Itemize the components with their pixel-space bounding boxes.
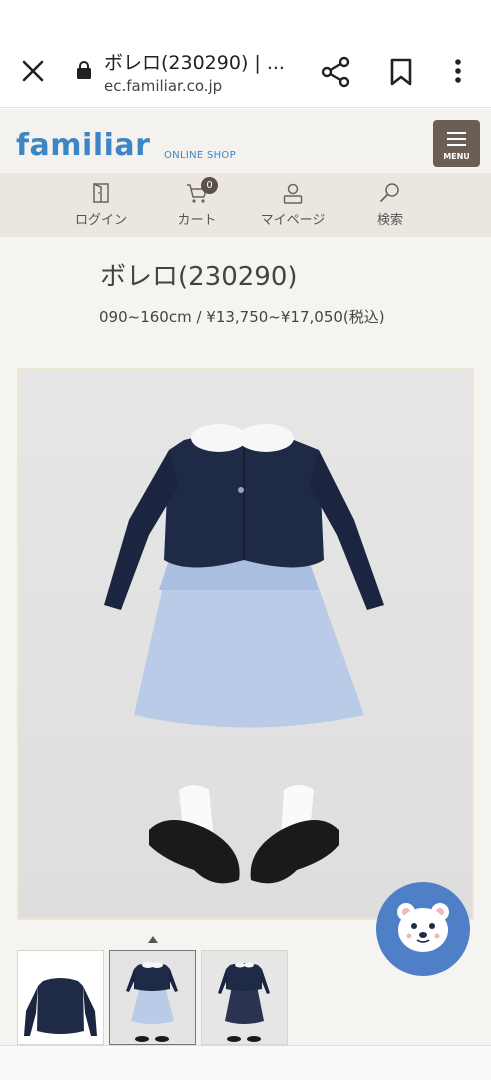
familiar-logo[interactable]: familiar	[16, 128, 150, 163]
online-shop-label: ONLINE SHOP	[164, 150, 236, 161]
product-price: 090~160cm / ¥13,750~¥17,050(税込)	[99, 308, 385, 326]
thumbnail-2[interactable]	[109, 950, 196, 1045]
lock-icon	[77, 61, 91, 79]
nav-mypage-label: マイページ	[260, 213, 326, 228]
close-icon[interactable]	[18, 56, 48, 86]
nav-login[interactable]: ログイン	[61, 173, 141, 237]
main-product-image[interactable]	[17, 368, 474, 920]
navy-dress-thumbnail	[202, 951, 287, 1044]
menu-bar-icon	[447, 144, 466, 146]
tab-title: ボレロ(230290) | ...	[104, 52, 285, 74]
login-door-icon	[93, 183, 109, 203]
url-text[interactable]: ec.familiar.co.jp	[104, 77, 222, 95]
thumbnail-3[interactable]	[201, 950, 288, 1045]
user-icon	[283, 183, 303, 204]
menu-button[interactable]: MENU	[433, 120, 480, 167]
thumbnail-1[interactable]	[17, 950, 104, 1045]
utility-nav: ログイン 0 カート マイページ 検索	[0, 173, 491, 237]
menu-bar-icon	[447, 138, 466, 140]
outfit-thumbnail	[110, 951, 195, 1044]
bookmark-icon[interactable]	[386, 56, 416, 88]
menu-bar-icon	[447, 132, 466, 134]
product-title: ボレロ(230290)	[100, 262, 298, 292]
share-icon[interactable]	[320, 56, 352, 88]
active-thumbnail-indicator	[148, 936, 158, 943]
nav-cart-label: カート	[177, 213, 217, 228]
bear-face-icon	[397, 903, 449, 952]
nav-login-label: ログイン	[74, 213, 127, 228]
cardigan-thumbnail	[24, 978, 97, 1036]
chat-bear-button[interactable]	[376, 882, 470, 976]
browser-toolbar: ボレロ(230290) | ... ec.familiar.co.jp	[0, 0, 491, 108]
more-vert-icon[interactable]	[446, 56, 470, 88]
nav-cart[interactable]: 0 カート	[157, 173, 237, 237]
menu-label: MENU	[443, 152, 470, 161]
cart-count-badge: 0	[201, 177, 218, 194]
bottom-nav-bar	[0, 1045, 491, 1080]
nav-search[interactable]: 検索	[350, 173, 430, 237]
search-icon	[380, 183, 399, 202]
nav-mypage[interactable]: マイページ	[253, 173, 333, 237]
outfit-illustration	[19, 370, 472, 918]
nav-search-label: 検索	[376, 213, 403, 228]
